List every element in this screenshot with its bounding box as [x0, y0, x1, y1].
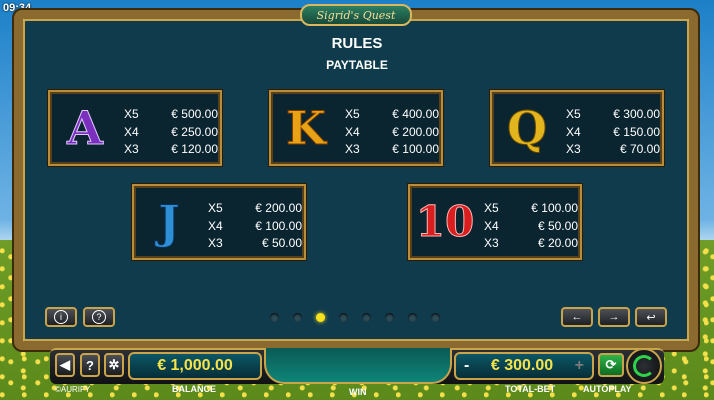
- autoplay-icon: ⟳: [605, 357, 617, 372]
- pay-row: X4 € 50.00: [484, 218, 578, 233]
- pay-row: X3 € 20.00: [484, 236, 578, 250]
- page-dot[interactable]: [431, 313, 440, 322]
- pay-row: X4 € 250.00: [124, 124, 218, 139]
- prev-page-button[interactable]: ←: [561, 307, 593, 327]
- page-dot[interactable]: [385, 313, 394, 322]
- bet-increase-button[interactable]: +: [575, 357, 584, 375]
- symbol-q-icon: Q: [506, 101, 548, 155]
- help-button[interactable]: ?: [83, 307, 115, 327]
- page-dot-active[interactable]: [316, 313, 325, 322]
- pay-row: X5 € 100.00: [484, 201, 578, 215]
- brand-label: ©AURIFY: [55, 385, 91, 394]
- balance-label: BALANCE: [172, 384, 216, 394]
- win-label: WIN: [349, 387, 367, 397]
- help-bar-button[interactable]: ?: [80, 353, 100, 377]
- page-subtitle: PAYTABLE: [326, 58, 388, 72]
- pay-row: X3 € 120.00: [124, 142, 218, 156]
- bet-value: € 300.00: [490, 357, 554, 374]
- pay-row: X4 € 100.00: [208, 218, 302, 233]
- bet-decrease-button[interactable]: -: [464, 357, 469, 375]
- sound-button[interactable]: ◀: [55, 353, 75, 377]
- question-icon: ?: [86, 357, 94, 373]
- page-dot[interactable]: [293, 313, 302, 322]
- pay-row: X5 € 200.00: [208, 201, 302, 215]
- pay-row: X3 € 100.00: [345, 142, 439, 156]
- paytable-card-k: K X5 € 400.00 X4 € 200.00 X3 € 100.00: [269, 90, 443, 166]
- arrow-left-icon: ←: [571, 311, 583, 323]
- symbol-10-icon: 10: [415, 197, 475, 246]
- autoplay-button[interactable]: ⟳: [598, 353, 624, 377]
- pagination-dots: [270, 313, 440, 322]
- win-display: [264, 348, 452, 384]
- pay-row: X5 € 400.00: [345, 107, 439, 121]
- pay-row: X4 € 200.00: [345, 124, 439, 139]
- spin-icon: [633, 355, 655, 377]
- paytable-card-q: Q X5 € 300.00 X4 € 150.00 X3 € 70.00: [490, 90, 664, 166]
- symbol-k-icon: K: [286, 101, 327, 155]
- arrow-right-icon: →: [608, 311, 620, 323]
- pay-row: X3 € 50.00: [208, 236, 302, 250]
- game-logo: Sigrid's Quest: [300, 4, 412, 26]
- pay-row: X3 € 70.00: [566, 142, 660, 156]
- next-page-button[interactable]: →: [598, 307, 630, 327]
- spin-button[interactable]: [626, 348, 662, 384]
- balance-display: € 1,000.00: [128, 352, 262, 380]
- settings-button[interactable]: ✲: [104, 353, 124, 377]
- info-button[interactable]: i: [45, 307, 77, 327]
- info-icon: i: [54, 310, 68, 324]
- pay-row: X5 € 500.00: [124, 107, 218, 121]
- paytable-card-10: 10 X5 € 100.00 X4 € 50.00 X3 € 20.00: [408, 184, 582, 260]
- gear-icon: ✲: [108, 357, 120, 372]
- help-icon: ?: [92, 310, 106, 324]
- symbol-j-icon: J: [158, 195, 181, 249]
- speaker-icon: ◀: [60, 357, 70, 372]
- pay-row: X5 € 300.00: [566, 107, 660, 121]
- paytable-card-a: A X5 € 500.00 X4 € 250.00 X3 € 120.00: [48, 90, 222, 166]
- symbol-a-icon: A: [67, 101, 104, 155]
- page-title: RULES: [331, 35, 383, 52]
- page-dot[interactable]: [339, 313, 348, 322]
- autoplay-label: AUTOPLAY: [583, 384, 632, 394]
- close-rules-button[interactable]: ↩: [635, 307, 667, 327]
- pay-row: X4 € 150.00: [566, 124, 660, 139]
- page-dot[interactable]: [362, 313, 371, 322]
- page-dot[interactable]: [270, 313, 279, 322]
- paytable-card-j: J X5 € 200.00 X4 € 100.00 X3 € 50.00: [132, 184, 306, 260]
- page-dot[interactable]: [408, 313, 417, 322]
- bet-display: - € 300.00 +: [454, 352, 594, 380]
- return-icon: ↩: [646, 311, 656, 324]
- bet-label: TOTAL-BET: [505, 384, 556, 394]
